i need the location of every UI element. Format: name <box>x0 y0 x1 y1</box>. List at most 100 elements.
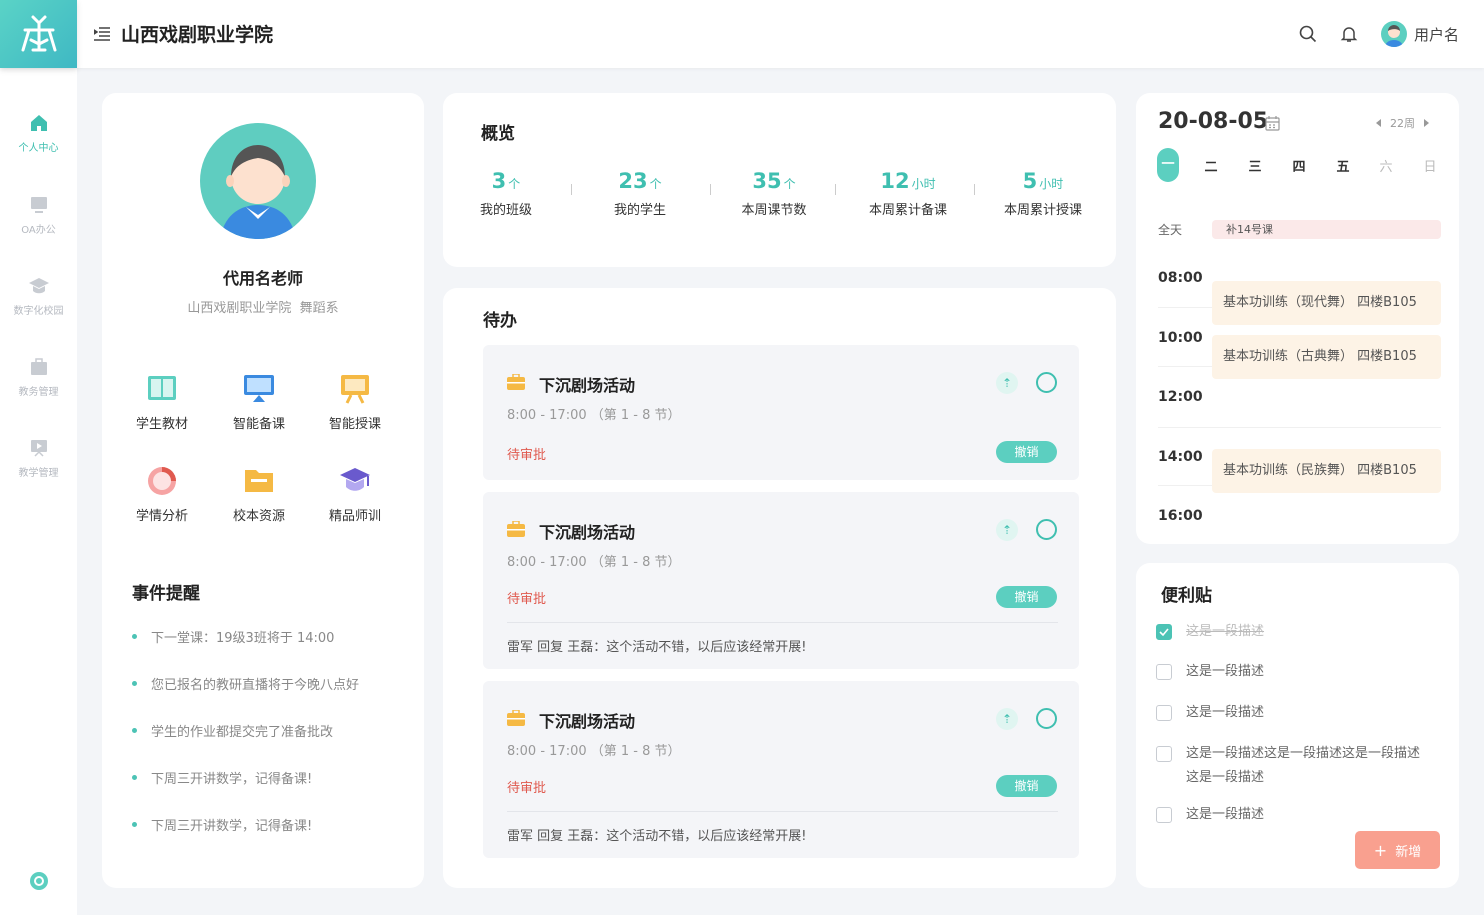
sidebar-item-academic-affairs[interactable]: 教务管理 <box>0 357 77 398</box>
settings-icon[interactable] <box>29 871 49 891</box>
status-badge: 待审批 <box>507 592 547 607</box>
stat-my-students[interactable]: 23 个我的学生 <box>580 169 700 218</box>
tile-learning-analysis[interactable]: 学情分析 <box>122 463 202 524</box>
caret-left-icon[interactable] <box>1374 118 1384 128</box>
stat-weekly-prep-hours[interactable]: 12 小时 本周累计备课 <box>848 169 968 218</box>
allday-label: 全天 <box>1158 223 1183 237</box>
stat-weekly-teaching-hours[interactable]: 5 小时 本周累计授课 <box>983 169 1103 218</box>
event-item[interactable]: 下周三开讲数学，记得备课! <box>132 815 312 834</box>
note-item[interactable]: 这是一段描述 <box>1156 620 1264 644</box>
todo-comment: 雷军 回复 王磊：这个活动不错，以后应该经常开展! <box>507 640 807 655</box>
easel-icon <box>341 375 369 404</box>
divider <box>835 184 836 195</box>
note-item[interactable]: 这是一段描述 <box>1156 660 1264 684</box>
weekday-tue[interactable]: 二 <box>1200 154 1222 182</box>
event-item[interactable]: 下周三开讲数学，记得备课! <box>132 768 312 787</box>
todo-title: 待办 <box>483 311 517 331</box>
overview-title: 概览 <box>481 124 515 144</box>
briefcase-icon <box>507 521 525 537</box>
tile-student-materials[interactable]: 学生教材 <box>122 371 202 432</box>
allday-event[interactable]: 补14号课 <box>1212 220 1441 239</box>
stat-weekly-lessons[interactable]: 35 个本周课节数 <box>714 169 834 218</box>
weekday-sun[interactable]: 日 <box>1419 154 1441 182</box>
menu-fold-icon[interactable] <box>94 27 110 41</box>
event-item[interactable]: 您已报名的教研直播将于今晚八点好 <box>132 674 359 693</box>
sticky-notes-card: 便利贴 这是一段描述 这是一段描述 这是一段描述 这是一段描述这是一段描述这是一… <box>1136 563 1459 888</box>
note-checkbox[interactable] <box>1156 664 1172 680</box>
todo-item[interactable]: 下沉剧场活动 8:00 - 17:00 （第 1 - 8 节） ⇡ 待审批 撤销… <box>483 492 1079 669</box>
todo-title-text: 下沉剧场活动 <box>539 712 636 731</box>
todo-item[interactable]: 下沉剧场活动 8:00 - 17:00 （第 1 - 8 节） ⇡ 待审批 撤销… <box>483 681 1079 858</box>
divider <box>507 622 1058 623</box>
tile-smart-teaching[interactable]: 智能授课 <box>315 371 395 432</box>
status-badge: 待审批 <box>507 448 547 463</box>
weekday-mon[interactable]: 一 <box>1157 148 1179 182</box>
board-icon <box>30 440 47 457</box>
todo-item[interactable]: 下沉剧场活动 8:00 - 17:00 （第 1 - 8 节） ⇡ 待审批 撤销 <box>483 345 1079 480</box>
bell-icon[interactable] <box>1340 25 1358 43</box>
note-checkbox[interactable] <box>1156 705 1172 721</box>
pin-top-icon[interactable]: ⇡ <box>996 372 1018 394</box>
events-title: 事件提醒 <box>132 584 200 604</box>
calendar-date: 20-08-05 <box>1158 109 1269 134</box>
event-item[interactable]: 学生的作业都提交完了准备批改 <box>132 721 333 740</box>
book-icon <box>148 376 176 400</box>
revoke-button[interactable]: 撤销 <box>996 586 1057 608</box>
revoke-button[interactable]: 撤销 <box>996 775 1057 797</box>
oa-icon <box>30 197 47 213</box>
user-menu[interactable]: 用户名 <box>1381 21 1459 47</box>
calendar-event[interactable]: 基本功训练（民族舞） 四楼B105 <box>1212 449 1441 493</box>
stat-my-classes[interactable]: 3 个我的班级 <box>446 169 566 218</box>
add-note-button[interactable]: + 新增 <box>1355 831 1440 869</box>
note-item[interactable]: 这是一段描述这是一段描述这是一段描述这是一段描述 <box>1156 742 1426 790</box>
week-switcher: 22周 <box>1374 115 1431 131</box>
sidebar-item-digital-campus[interactable]: 数字化校园 <box>0 276 77 317</box>
todo-time: 8:00 - 17:00 （第 1 - 8 节） <box>507 744 681 759</box>
briefcase-icon <box>507 710 525 726</box>
note-checkbox[interactable] <box>1156 746 1172 762</box>
calendar-event[interactable]: 基本功训练（古典舞） 四楼B105 <box>1212 335 1441 379</box>
school-logo[interactable] <box>0 0 77 68</box>
note-item[interactable]: 这是一段描述 <box>1156 701 1264 725</box>
sidebar-item-teaching[interactable]: 教学管理 <box>0 438 77 479</box>
folder-icon <box>245 470 273 492</box>
time-label: 12:00 <box>1158 389 1203 405</box>
weekday-sat[interactable]: 六 <box>1375 154 1397 182</box>
complete-checkbox[interactable] <box>1036 372 1057 393</box>
weekday-thu[interactable]: 四 <box>1288 154 1310 182</box>
tile-teacher-training[interactable]: 精品师训 <box>315 463 395 524</box>
revoke-button[interactable]: 撤销 <box>996 441 1057 463</box>
pie-chart-icon <box>148 467 176 495</box>
app-title: 山西戏剧职业学院 <box>121 24 274 46</box>
complete-checkbox[interactable] <box>1036 519 1057 540</box>
briefcase-icon <box>30 358 47 375</box>
sidebar-item-personal-center[interactable]: 个人中心 <box>0 113 77 154</box>
user-avatar <box>1381 21 1407 47</box>
weekday-fri[interactable]: 五 <box>1332 154 1354 182</box>
briefcase-icon <box>507 374 525 390</box>
tile-smart-prep[interactable]: 智能备课 <box>219 371 299 432</box>
time-label: 10:00 <box>1158 330 1203 346</box>
sidebar-item-oa[interactable]: OA办公 <box>0 195 77 236</box>
time-label: 16:00 <box>1158 508 1203 524</box>
todo-title-text: 下沉剧场活动 <box>539 523 636 542</box>
pin-top-icon[interactable]: ⇡ <box>996 708 1018 730</box>
graduation-cap-icon <box>28 278 49 294</box>
caret-right-icon[interactable] <box>1421 118 1431 128</box>
tile-school-resources[interactable]: 校本资源 <box>219 463 299 524</box>
calendar-icon[interactable] <box>1265 116 1280 131</box>
calendar-event[interactable]: 基本功训练（现代舞） 四楼B105 <box>1212 281 1441 325</box>
note-checkbox[interactable] <box>1156 624 1172 640</box>
event-item[interactable]: 下一堂课：19级3班将于 14:00 <box>132 627 334 646</box>
weekday-wed[interactable]: 三 <box>1244 154 1266 182</box>
status-badge: 待审批 <box>507 781 547 796</box>
note-checkbox[interactable] <box>1156 807 1172 823</box>
divider <box>974 184 975 195</box>
search-icon[interactable] <box>1299 25 1317 43</box>
note-item[interactable]: 这是一段描述 <box>1156 803 1264 827</box>
home-icon <box>30 115 47 131</box>
monitor-icon <box>244 375 274 402</box>
complete-checkbox[interactable] <box>1036 708 1057 729</box>
pin-top-icon[interactable]: ⇡ <box>996 519 1018 541</box>
divider <box>710 184 711 195</box>
